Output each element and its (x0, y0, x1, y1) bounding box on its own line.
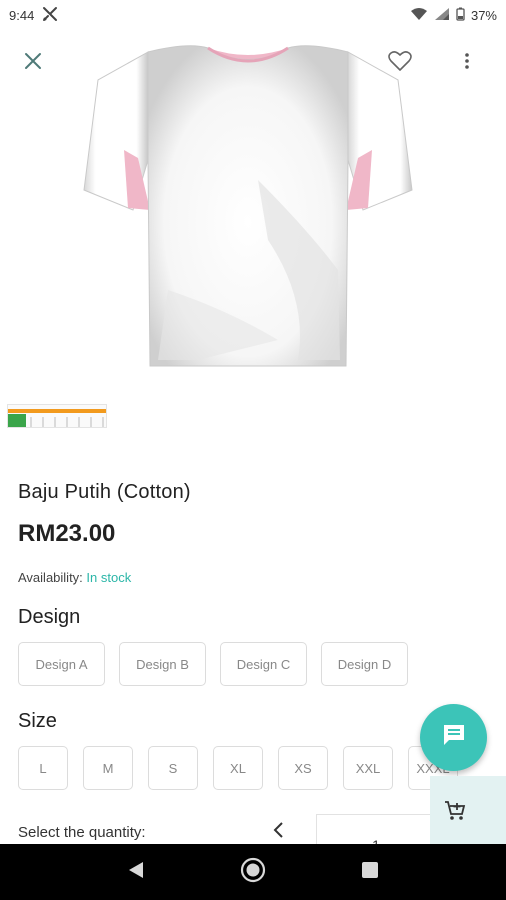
quantity-decrease-button[interactable] (266, 820, 290, 844)
product-image[interactable] (78, 40, 418, 370)
product-thumbnail[interactable] (7, 404, 107, 428)
thumbnail-bar (8, 409, 106, 413)
back-button[interactable] (116, 852, 156, 892)
design-options: Design A Design B Design C Design D (18, 642, 408, 686)
size-option-s[interactable]: S (148, 746, 198, 790)
size-option-m[interactable]: M (83, 746, 133, 790)
more-options-button[interactable] (447, 43, 487, 83)
chat-button[interactable] (420, 704, 487, 771)
size-option-l[interactable]: L (18, 746, 68, 790)
signal-icon (434, 7, 450, 24)
add-to-cart-icon (444, 800, 466, 827)
size-heading: Size (18, 710, 57, 732)
thumbnail-dots (30, 417, 106, 427)
close-button[interactable] (13, 43, 53, 83)
recents-icon (361, 861, 378, 883)
availability-label: Availability: (18, 570, 83, 585)
favorite-button[interactable] (380, 43, 420, 83)
design-option-d[interactable]: Design D (321, 642, 408, 686)
size-options: L M S XL XS XXL XXXL (18, 746, 458, 790)
recents-button[interactable] (350, 852, 390, 892)
size-option-xl[interactable]: XL (213, 746, 263, 790)
design-option-c[interactable]: Design C (220, 642, 307, 686)
design-heading: Design (18, 606, 81, 628)
design-option-b[interactable]: Design B (119, 642, 206, 686)
battery-percent: 37% (470, 7, 497, 23)
heart-icon (388, 50, 412, 77)
availability-value: In stock (86, 570, 132, 585)
wifi-icon (410, 7, 428, 24)
chevron-left-icon (272, 821, 284, 844)
home-button[interactable] (233, 852, 273, 892)
product-title: Baju Putih (Cotton) (18, 481, 191, 503)
size-option-xxl[interactable]: XXL (343, 746, 393, 790)
tools-icon (42, 6, 58, 25)
battery-icon (456, 7, 465, 24)
chat-icon (441, 722, 467, 753)
quantity-label: Select the quantity: (18, 824, 146, 841)
home-icon (240, 857, 266, 888)
thumbnail-block (8, 414, 26, 427)
product-price: RM23.00 (18, 520, 116, 547)
back-icon (128, 861, 144, 884)
status-bar: 9:44 37% (0, 0, 506, 30)
system-navigation-bar (0, 844, 506, 900)
size-option-xs[interactable]: XS (278, 746, 328, 790)
design-option-a[interactable]: Design A (18, 642, 105, 686)
more-vertical-icon (464, 52, 470, 75)
add-to-cart-button[interactable] (430, 776, 506, 844)
status-time: 9:44 (9, 7, 35, 23)
close-icon (24, 52, 42, 75)
availability: Availability: In stock (18, 570, 131, 585)
